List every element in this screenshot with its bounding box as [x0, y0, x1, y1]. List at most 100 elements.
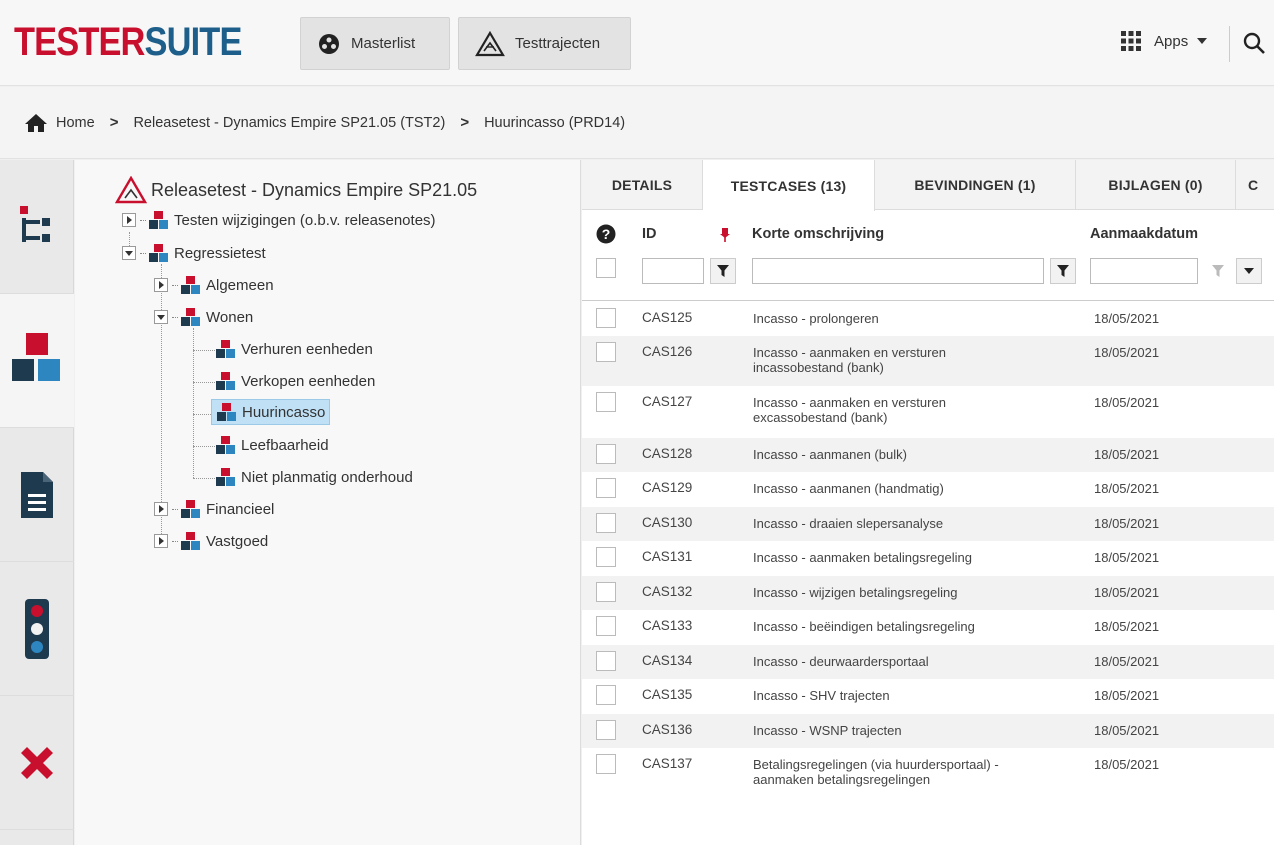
- row-checkbox[interactable]: [596, 582, 616, 602]
- testcase-id[interactable]: CAS125: [642, 310, 692, 325]
- table-row[interactable]: CAS126 Incasso - aanmaken en versturen i…: [582, 336, 1274, 386]
- search-button[interactable]: [1242, 31, 1266, 60]
- testcase-description[interactable]: Incasso - aanmanen (handmatig): [753, 481, 1043, 496]
- column-header-date[interactable]: Aanmaakdatum: [1090, 226, 1198, 242]
- table-row[interactable]: CAS127 Incasso - aanmaken en versturen e…: [582, 386, 1274, 438]
- testcase-id[interactable]: CAS136: [642, 722, 692, 737]
- testcase-description[interactable]: Betalingsregelingen (via huurdersportaal…: [753, 757, 1053, 787]
- table-row[interactable]: CAS136 Incasso - WSNP trajecten 18/05/20…: [582, 714, 1274, 748]
- row-checkbox[interactable]: [596, 478, 616, 498]
- id-filter-button[interactable]: [710, 258, 736, 284]
- row-checkbox[interactable]: [596, 547, 616, 567]
- expand-toggle[interactable]: [154, 278, 168, 292]
- tree-node[interactable]: Verkopen eenheden: [215, 369, 379, 393]
- column-header-description[interactable]: Korte omschrijving: [752, 226, 884, 242]
- row-checkbox[interactable]: [596, 342, 616, 362]
- tree-root[interactable]: Releasetest - Dynamics Empire SP21.05: [115, 176, 477, 204]
- tree-node[interactable]: Testen wijzigingen (o.b.v. releasenotes): [122, 208, 440, 232]
- breadcrumb-home[interactable]: Home: [56, 115, 95, 131]
- description-filter-button[interactable]: [1050, 258, 1076, 284]
- testcase-description[interactable]: Incasso - deurwaardersportaal: [753, 654, 1043, 669]
- select-all-checkbox[interactable]: [596, 258, 616, 278]
- filter-icon[interactable]: [1212, 265, 1224, 277]
- testcase-id[interactable]: CAS127: [642, 394, 692, 409]
- testcase-id[interactable]: CAS135: [642, 687, 692, 702]
- tree-node[interactable]: Verhuren eenheden: [215, 337, 377, 361]
- masterlist-button[interactable]: Masterlist: [300, 17, 450, 70]
- row-checkbox[interactable]: [596, 392, 616, 412]
- testcase-description[interactable]: Incasso - wijzigen betalingsregeling: [753, 585, 1043, 600]
- table-row[interactable]: CAS133 Incasso - beëindigen betalingsreg…: [582, 610, 1274, 645]
- testcase-description[interactable]: Incasso - aanmaken en versturen incassob…: [753, 345, 993, 375]
- table-row[interactable]: CAS135 Incasso - SHV trajecten 18/05/202…: [582, 679, 1274, 714]
- row-checkbox[interactable]: [596, 754, 616, 774]
- home-icon[interactable]: [24, 113, 48, 133]
- table-row[interactable]: CAS128 Incasso - aanmanen (bulk) 18/05/2…: [582, 438, 1274, 472]
- row-checkbox[interactable]: [596, 444, 616, 464]
- testcase-id[interactable]: CAS126: [642, 344, 692, 359]
- table-row[interactable]: CAS132 Incasso - wijzigen betalingsregel…: [582, 576, 1274, 610]
- id-filter-input[interactable]: [642, 258, 704, 284]
- date-filter-dropdown[interactable]: [1236, 258, 1262, 284]
- testcase-id[interactable]: CAS131: [642, 549, 692, 564]
- rail-blocks[interactable]: [0, 294, 74, 428]
- expand-toggle[interactable]: [154, 502, 168, 516]
- row-checkbox[interactable]: [596, 308, 616, 328]
- testcase-id[interactable]: CAS128: [642, 446, 692, 461]
- rail-structure[interactable]: [0, 160, 74, 294]
- pin-icon[interactable]: [720, 228, 730, 242]
- testcase-id[interactable]: CAS130: [642, 515, 692, 530]
- row-checkbox[interactable]: [596, 685, 616, 705]
- tab-more[interactable]: C: [1236, 160, 1274, 210]
- column-header-id[interactable]: ID: [642, 226, 657, 242]
- tree-node[interactable]: Leefbaarheid: [215, 433, 333, 457]
- table-row[interactable]: CAS130 Incasso - draaien slepersanalyse …: [582, 507, 1274, 541]
- rail-document[interactable]: [0, 428, 74, 562]
- tree-node[interactable]: Vastgoed: [154, 529, 272, 553]
- testcase-id[interactable]: CAS133: [642, 618, 692, 633]
- rail-traffic-light[interactable]: [0, 562, 74, 696]
- testcase-description[interactable]: Incasso - WSNP trajecten: [753, 723, 1043, 738]
- expand-toggle[interactable]: [154, 534, 168, 548]
- collapse-toggle[interactable]: [122, 246, 136, 260]
- testcase-description[interactable]: Incasso - aanmanen (bulk): [753, 447, 1043, 462]
- apps-menu[interactable]: Apps: [1120, 30, 1208, 52]
- testersuite-logo[interactable]: TESTERSUITE: [14, 20, 242, 65]
- row-checkbox[interactable]: [596, 720, 616, 740]
- row-checkbox[interactable]: [596, 616, 616, 636]
- help-icon[interactable]: ?: [596, 224, 616, 244]
- breadcrumb-releasetest[interactable]: Releasetest - Dynamics Empire SP21.05 (T…: [133, 115, 445, 131]
- testcase-description[interactable]: Incasso - prolongeren: [753, 311, 1043, 326]
- tab-bijlagen[interactable]: BIJLAGEN (0): [1076, 160, 1236, 210]
- expand-toggle[interactable]: [122, 213, 136, 227]
- tab-testcases[interactable]: TESTCASES (13): [703, 160, 875, 211]
- date-filter-input[interactable]: [1090, 258, 1198, 284]
- testtrajecten-button[interactable]: Testtrajecten: [458, 17, 631, 70]
- collapse-toggle[interactable]: [154, 310, 168, 324]
- testcase-description[interactable]: Incasso - beëindigen betalingsregeling: [753, 619, 1043, 634]
- table-row[interactable]: CAS125 Incasso - prolongeren 18/05/2021: [582, 302, 1274, 336]
- table-row[interactable]: CAS137 Betalingsregelingen (via huurders…: [582, 748, 1274, 800]
- tree-node[interactable]: Algemeen: [154, 273, 278, 297]
- row-checkbox[interactable]: [596, 651, 616, 671]
- testcase-id[interactable]: CAS132: [642, 584, 692, 599]
- testcase-description[interactable]: Incasso - aanmaken en versturen excassob…: [753, 395, 993, 425]
- testcase-description[interactable]: Incasso - aanmaken betalingsregeling: [753, 550, 1043, 565]
- testcase-id[interactable]: CAS137: [642, 756, 692, 771]
- tab-bevindingen[interactable]: BEVINDINGEN (1): [875, 160, 1076, 210]
- testcase-id[interactable]: CAS129: [642, 480, 692, 495]
- table-row[interactable]: CAS129 Incasso - aanmanen (handmatig) 18…: [582, 472, 1274, 507]
- description-filter-input[interactable]: [752, 258, 1044, 284]
- tab-details[interactable]: DETAILS: [582, 160, 703, 210]
- testcase-description[interactable]: Incasso - SHV trajecten: [753, 688, 1043, 703]
- tree-node-selected[interactable]: Huurincasso: [211, 399, 331, 425]
- breadcrumb-huurincasso[interactable]: Huurincasso (PRD14): [484, 115, 625, 131]
- tree-node[interactable]: Niet planmatig onderhoud: [215, 465, 417, 489]
- rail-close[interactable]: [0, 696, 74, 830]
- testcase-id[interactable]: CAS134: [642, 653, 692, 668]
- table-row[interactable]: CAS134 Incasso - deurwaardersportaal 18/…: [582, 645, 1274, 679]
- row-checkbox[interactable]: [596, 513, 616, 533]
- testcase-description[interactable]: Incasso - draaien slepersanalyse: [753, 516, 1043, 531]
- tree-node[interactable]: Regressietest: [122, 241, 270, 265]
- tree-node[interactable]: Financieel: [154, 497, 278, 521]
